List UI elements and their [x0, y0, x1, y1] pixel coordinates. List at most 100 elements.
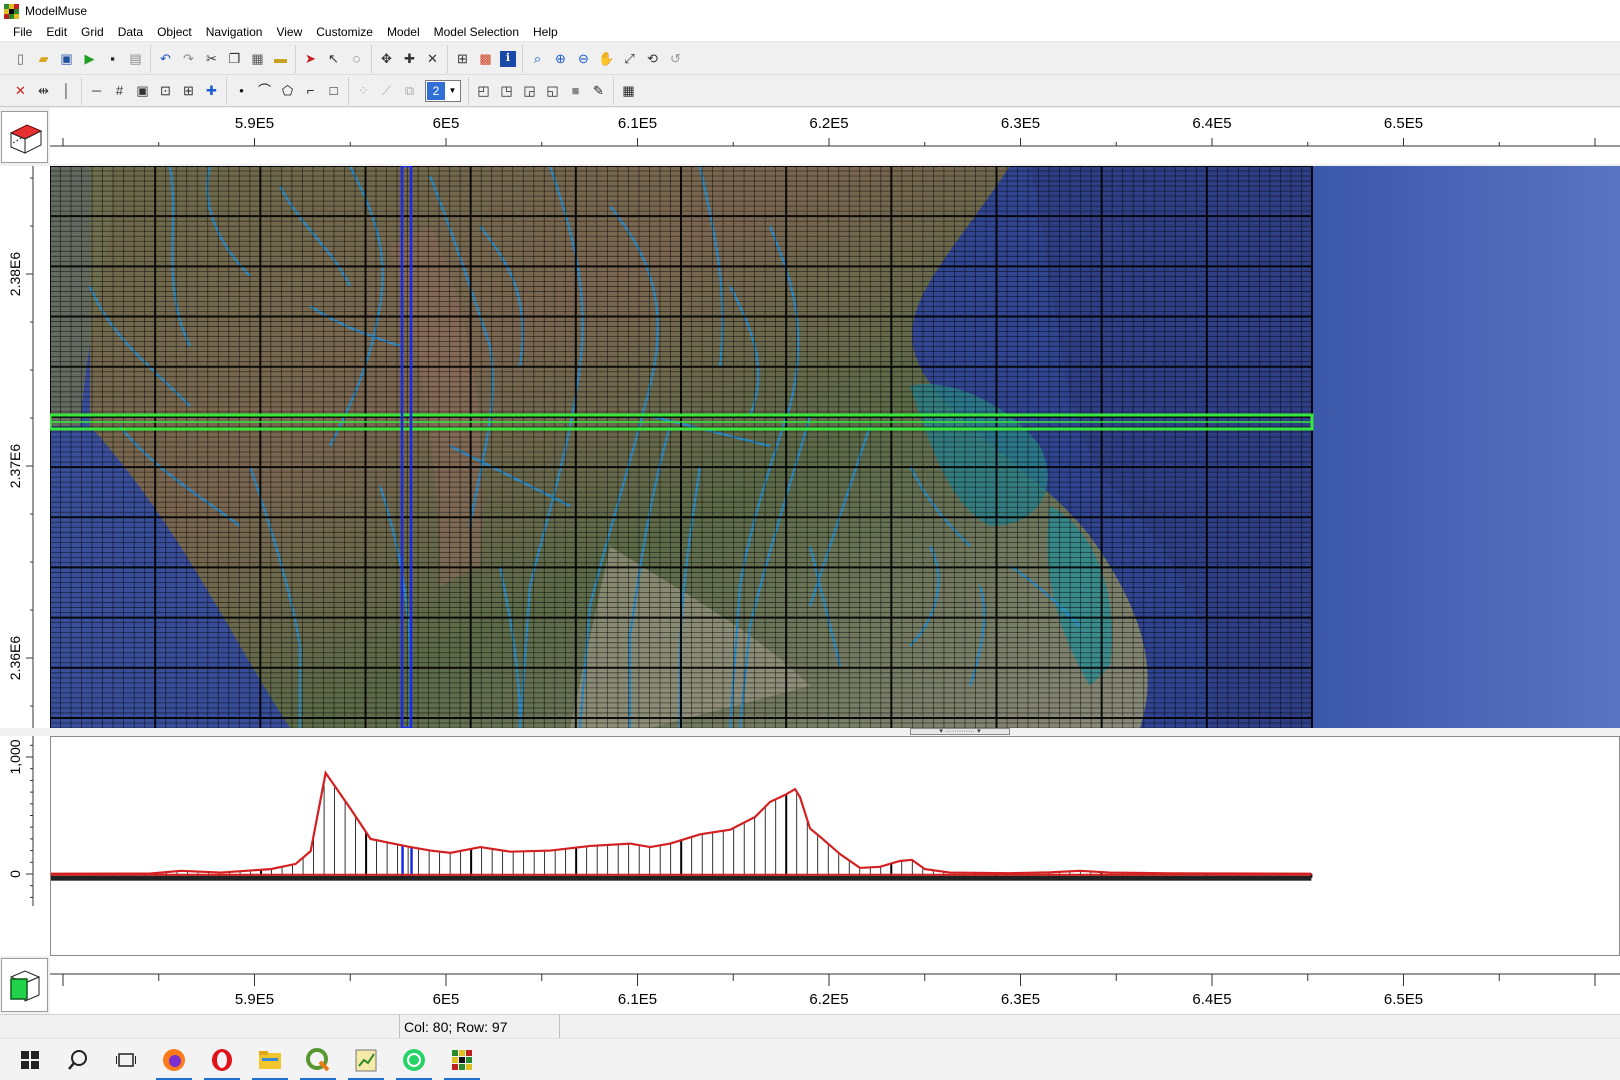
new-file-icon[interactable]: ▯	[9, 47, 32, 70]
task-view-icon[interactable]	[102, 1039, 150, 1080]
layer-stack-icon[interactable]: ⧉	[398, 79, 421, 102]
save-icon[interactable]: ▣	[55, 47, 78, 70]
opera-icon[interactable]	[198, 1039, 246, 1080]
zoom-in-icon[interactable]: ⊕	[549, 47, 572, 70]
cut-icon[interactable]: ✂	[200, 47, 223, 70]
firefox-icon[interactable]	[150, 1039, 198, 1080]
toolbar1-group-2: ➤ ↖ ◌	[295, 44, 371, 73]
select-arrow-icon[interactable]: ➤	[299, 47, 322, 70]
modelmuse-window: ModelMuse File Edit Grid Data Object Navigati…	[0, 0, 1620, 1080]
grid-center-icon[interactable]: ⊞	[177, 79, 200, 102]
menu-help[interactable]: Help	[526, 25, 565, 39]
top-ruler-tick-label: 6.3E5	[1001, 115, 1040, 132]
undo-icon[interactable]: ↶	[154, 47, 177, 70]
split-column-icon[interactable]: ⇹	[32, 79, 55, 102]
menu-data[interactable]: Data	[111, 25, 150, 39]
menu-edit[interactable]: Edit	[39, 25, 74, 39]
select-vertex-icon[interactable]: ↖	[322, 47, 345, 70]
front-left-ruler: 1,000 0	[0, 736, 50, 956]
layer-select[interactable]: 2 ▼	[425, 79, 461, 102]
horizontal-line-icon[interactable]: ─	[85, 79, 108, 102]
rotate-icon[interactable]: ⟲	[641, 47, 664, 70]
top-ruler-tick-label: 6.2E5	[809, 115, 848, 132]
toolbar1-group-1: ↶ ↷ ✂ ❐ ▦ ▬	[150, 44, 295, 73]
left-ruler-tick-label: 2.37E6	[7, 444, 23, 489]
menu-model-selection[interactable]: Model Selection	[427, 25, 526, 39]
whatsapp-icon[interactable]	[390, 1039, 438, 1080]
top-ruler-tick-label: 6.1E5	[618, 115, 657, 132]
notepad-chart-icon[interactable]	[342, 1039, 390, 1080]
toolbar1-group-0: ▯ ▰ ▣ ▶ ▪ ▤	[6, 45, 150, 73]
add-point-icon[interactable]: ✚	[200, 79, 223, 102]
menu-navigation[interactable]: Navigation	[199, 25, 270, 39]
top-view-cube-icon[interactable]	[1, 111, 48, 163]
polygon-object-icon[interactable]: ⬠	[276, 79, 299, 102]
export-icon[interactable]: ▪	[101, 47, 124, 70]
file-explorer-icon[interactable]	[246, 1039, 294, 1080]
pencil-box-icon[interactable]: ✎	[587, 79, 610, 102]
windows-start-icon[interactable]	[6, 1039, 54, 1080]
lasso-icon[interactable]: ◌	[345, 47, 368, 70]
menu-customize[interactable]: Customize	[309, 25, 380, 39]
redo-icon[interactable]: ↷	[177, 47, 200, 70]
zoom-icon[interactable]: ⌕	[526, 47, 549, 70]
run-model-icon[interactable]: ▶	[78, 47, 101, 70]
print-preview-icon[interactable]: ▤	[124, 47, 147, 70]
polyline-object-icon[interactable]: ⌒	[253, 79, 276, 102]
restore-icon[interactable]: ↺	[664, 47, 687, 70]
grid-icon[interactable]: #	[108, 79, 131, 102]
move-vertex-icon[interactable]: ✥	[375, 47, 398, 70]
delete-vertex-icon[interactable]: ✕	[421, 47, 444, 70]
zoom-out-icon[interactable]: ⊖	[572, 47, 595, 70]
straight-line-object-icon[interactable]: ⌐	[299, 79, 322, 102]
toolbar1-group-4: ⊞ ▩ ℹ	[447, 44, 522, 73]
front-ruler-tick-label: 0	[7, 870, 23, 878]
dots-icon[interactable]: ⁘	[352, 79, 375, 102]
object-tree-icon[interactable]: ⊞	[451, 47, 474, 70]
status-right	[560, 1015, 1620, 1039]
top-ruler-tick-label: 6E5	[433, 115, 460, 132]
table-icon[interactable]: ▦	[617, 79, 640, 102]
box-top-icon[interactable]: ◲	[518, 79, 541, 102]
add-vertex-icon[interactable]: ✚	[398, 47, 421, 70]
front-view-cube-icon[interactable]	[1, 958, 48, 1012]
color-grid-icon[interactable]: ▩	[474, 47, 497, 70]
pan-icon[interactable]: ✋	[595, 47, 618, 70]
chevron-down-icon[interactable]: ▼	[445, 86, 460, 95]
qgis-icon[interactable]	[294, 1039, 342, 1080]
toolbar2-group-3: ⁘ ⟋ ⧉ 2 ▼	[348, 76, 468, 105]
menu-object[interactable]: Object	[150, 25, 199, 39]
shaded-box-icon[interactable]: ■	[564, 79, 587, 102]
front-view-cross-section[interactable]	[50, 736, 1620, 956]
grid-inner-icon[interactable]: ▣	[131, 79, 154, 102]
copy-icon[interactable]: ❐	[223, 47, 246, 70]
paste-icon[interactable]: ▦	[246, 47, 269, 70]
point-object-icon[interactable]: •	[230, 79, 253, 102]
rectangle-object-icon[interactable]: □	[322, 79, 345, 102]
menu-model[interactable]: Model	[380, 25, 427, 39]
lines-icon[interactable]: ⟋	[375, 79, 398, 102]
box-front-icon[interactable]: ◰	[472, 79, 495, 102]
menu-file[interactable]: File	[6, 25, 39, 39]
open-folder-icon[interactable]: ▰	[32, 47, 55, 70]
bottom-ruler-tick-label: 6.4E5	[1192, 991, 1231, 1008]
toolbar1-group-5: ⌕ ⊕ ⊖ ✋ ⤢ ⟲ ↺	[522, 44, 690, 73]
toolbar1-group-3: ✥ ✚ ✕	[371, 44, 447, 73]
menu-view[interactable]: View	[269, 25, 309, 39]
search-icon[interactable]	[54, 1039, 102, 1080]
grid-smooth-icon[interactable]: ⊡	[154, 79, 177, 102]
splitter-grip[interactable]: ▾ ············· ▾	[910, 728, 1010, 735]
delete-column-icon[interactable]: ✕	[9, 79, 32, 102]
vertical-line-icon[interactable]: │	[55, 79, 78, 102]
info-icon[interactable]: ℹ	[500, 50, 516, 67]
cross-section-cells	[51, 781, 1313, 878]
menu-grid[interactable]: Grid	[74, 25, 111, 39]
ruler-icon[interactable]: ▬	[269, 47, 292, 70]
title-bar: ModelMuse	[0, 0, 1620, 22]
zoom-extents-icon[interactable]: ⤢	[618, 47, 641, 70]
box-3d-icon[interactable]: ◱	[541, 79, 564, 102]
view-splitter[interactable]: ▾ ············· ▾	[0, 728, 1620, 736]
modelmuse-icon[interactable]	[438, 1039, 486, 1080]
box-side-icon[interactable]: ◳	[495, 79, 518, 102]
top-view-map[interactable]	[50, 166, 1620, 728]
